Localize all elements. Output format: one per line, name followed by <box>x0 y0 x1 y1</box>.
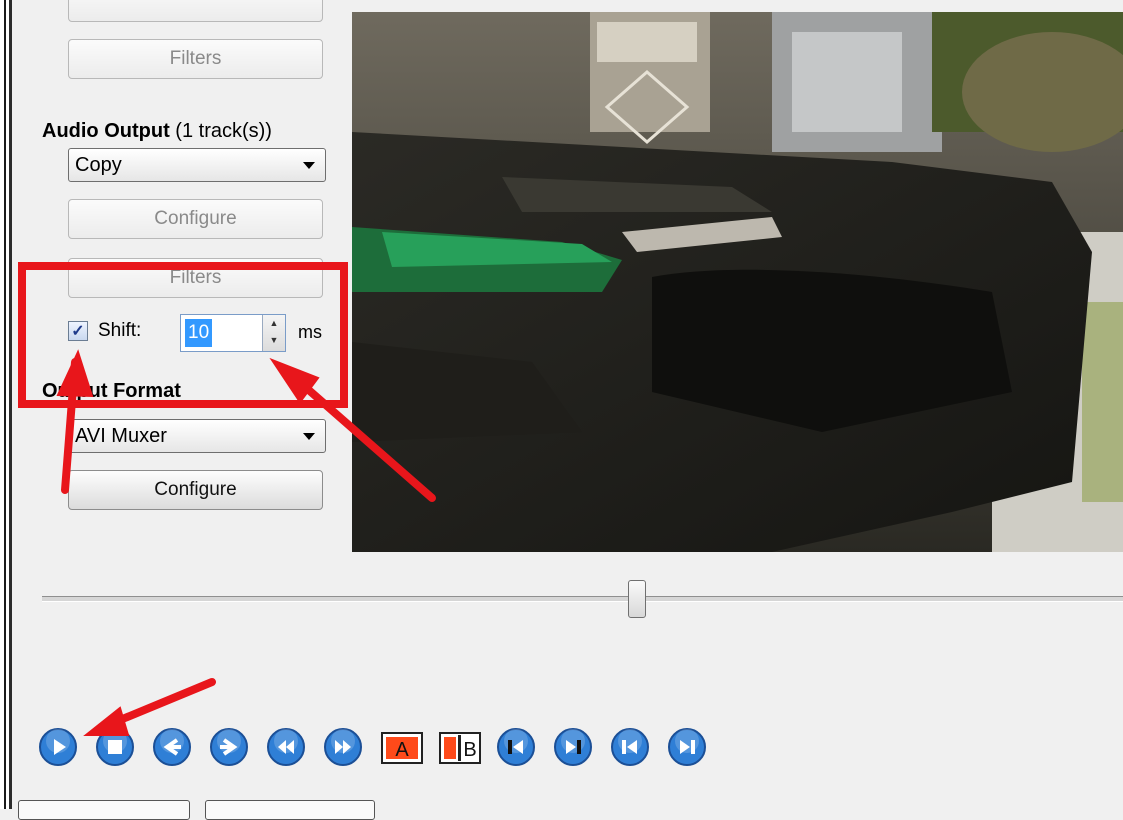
output-configure-button[interactable]: Configure <box>68 470 323 510</box>
output-format-heading: Output Format <box>42 380 181 403</box>
play-icon[interactable] <box>38 727 78 767</box>
audio-output-heading: Audio Output (1 track(s)) <box>42 120 272 143</box>
timeline-slider-track[interactable] <box>42 596 1123 602</box>
audio-codec-value: Copy <box>75 153 122 176</box>
audio-configure-button[interactable]: Configure <box>68 199 323 239</box>
set-marker-a-icon[interactable]: A <box>380 727 428 767</box>
video-frame-image <box>352 12 1123 552</box>
bottom-tab-1[interactable] <box>18 800 190 820</box>
audio-codec-select[interactable]: Copy <box>68 148 326 182</box>
stop-icon[interactable] <box>95 727 135 767</box>
fast-forward-icon[interactable] <box>323 727 363 767</box>
shift-value[interactable]: 10 <box>185 319 213 347</box>
audio-track-count: (1 track(s)) <box>169 120 272 142</box>
output-format-select[interactable]: AVI Muxer <box>68 419 326 453</box>
bottom-tab-2[interactable] <box>205 800 375 820</box>
shift-unit-label: ms <box>298 322 322 342</box>
spin-arrows[interactable]: ▲ ▼ <box>262 315 285 351</box>
next-keyframe-icon[interactable] <box>553 727 593 767</box>
video-filters-button[interactable]: Filters <box>68 39 323 79</box>
go-to-last-frame-icon[interactable] <box>667 727 707 767</box>
video-configure-button[interactable] <box>68 0 323 22</box>
output-format-value: AVI Muxer <box>75 424 167 447</box>
settings-panel: Filters Audio Output (1 track(s)) Copy C… <box>12 0 352 560</box>
video-preview <box>352 12 1123 552</box>
shift-spinbox[interactable]: 10 ▲ ▼ <box>180 314 286 352</box>
shift-label: Shift: <box>98 320 142 341</box>
chevron-down-icon <box>303 433 315 440</box>
audio-filters-button[interactable]: Filters <box>68 258 323 298</box>
previous-keyframe-icon[interactable] <box>496 727 536 767</box>
timeline-slider-thumb[interactable] <box>627 580 646 618</box>
spin-up-icon[interactable]: ▲ <box>263 315 285 332</box>
set-marker-b-icon[interactable]: B <box>438 727 486 767</box>
chevron-down-icon <box>303 162 315 169</box>
arrow-to-play-line <box>104 678 216 729</box>
go-to-first-frame-icon[interactable] <box>610 727 650 767</box>
next-frame-icon[interactable] <box>209 727 249 767</box>
previous-frame-icon[interactable] <box>152 727 192 767</box>
shift-checkbox[interactable]: ✓ <box>68 321 88 341</box>
rewind-icon[interactable] <box>266 727 306 767</box>
marker-b-label: B <box>463 739 476 761</box>
audio-output-title: Audio Output <box>42 120 170 142</box>
playback-toolbar: AB <box>38 725 724 769</box>
output-format-title: Output Format <box>42 380 181 402</box>
spin-down-icon[interactable]: ▼ <box>263 332 285 349</box>
window-left-border <box>0 0 12 809</box>
marker-a-label: A <box>395 739 409 761</box>
